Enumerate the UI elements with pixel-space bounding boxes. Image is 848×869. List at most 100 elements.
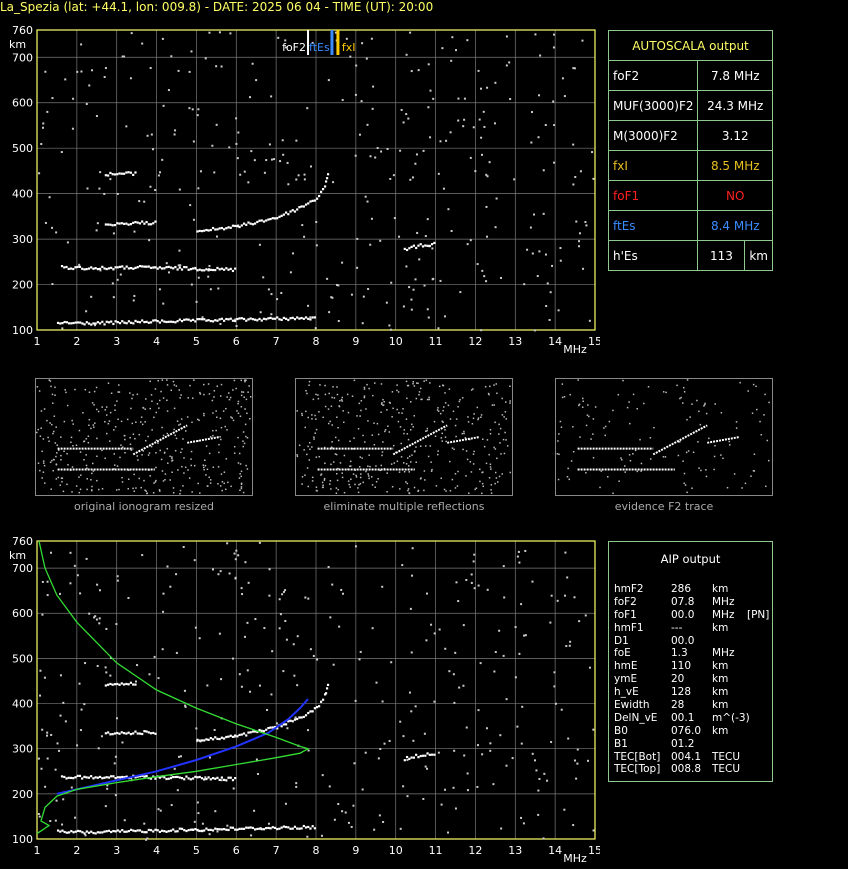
trace-point [123, 830, 126, 833]
thumb-noise-dot [466, 458, 469, 461]
thumb-noise-dot [483, 445, 486, 448]
thumb-noise-dot [220, 438, 222, 441]
thumb-noise-dot [392, 444, 395, 447]
noise-dot [425, 639, 428, 642]
noise-dot [83, 703, 86, 706]
noise-dot [552, 46, 555, 49]
trace-point [78, 265, 82, 268]
trace-point [138, 829, 142, 832]
noise-dot [281, 593, 284, 596]
thumb-noise-dot [199, 492, 201, 494]
thumb-noise-dot [509, 471, 512, 474]
noise-dot [502, 654, 505, 657]
trace-point [247, 318, 250, 321]
y-axis-label: km [9, 38, 26, 51]
trace-point [125, 222, 128, 225]
thumb-noise-dot [363, 396, 366, 399]
noise-dot [100, 735, 103, 738]
trace-point [410, 756, 413, 759]
trace-point [145, 730, 148, 733]
noise-dot [96, 583, 99, 586]
trace-point [194, 775, 197, 778]
trace-point [249, 826, 252, 829]
noise-dot [114, 794, 117, 797]
trace-point [92, 777, 95, 780]
noise-dot [578, 620, 581, 623]
noise-dot [216, 830, 219, 833]
noise-dot [258, 243, 261, 246]
noise-dot [573, 596, 576, 599]
trace-point [72, 831, 75, 834]
noise-dot [218, 632, 221, 635]
trace-point [74, 321, 77, 324]
thumb-trace [392, 424, 448, 456]
caption-f2-trace: evidence F2 trace [614, 500, 714, 513]
autoscala-table: AUTOSCALA output foF2 7.8 MHz MUF(3000)F2 2… [607, 30, 773, 271]
noise-dot [576, 748, 579, 751]
trace-point [163, 776, 166, 779]
noise-dot [121, 741, 124, 744]
thumb-noise-dot [42, 438, 45, 440]
trace-point [165, 320, 168, 324]
thumb-noise-dot [335, 453, 338, 456]
thumb-noise-dot [347, 411, 350, 414]
noise-dot [95, 115, 98, 118]
thumb-noise-dot [298, 444, 301, 447]
noise-dot [553, 685, 556, 688]
noise-dot [309, 648, 312, 651]
thumb-noise-dot [150, 394, 153, 396]
thumb-noise-dot [57, 476, 60, 479]
noise-dot [116, 575, 119, 578]
noise-dot [473, 587, 476, 590]
thumb-noise-dot [215, 429, 217, 432]
trace-point [218, 268, 221, 271]
noise-dot [44, 70, 47, 73]
y-tick-label: 400 [12, 698, 33, 711]
aip-label: Ewidth [614, 699, 650, 712]
thumb-noise-dot [225, 407, 227, 410]
trace-point [242, 732, 246, 735]
thumb-noise-dot [53, 415, 56, 417]
trace-point [223, 228, 226, 231]
thumb-noise-dot [301, 414, 303, 417]
thumb-noise-dot [317, 397, 320, 400]
noise-dot [266, 709, 269, 712]
trace-point [121, 265, 124, 268]
thumb-noise-dot [203, 393, 205, 396]
trace-point [216, 266, 219, 270]
thumb-noise-dot [219, 395, 222, 397]
thumb-noise-dot [452, 410, 455, 413]
trace-point [185, 266, 188, 269]
trace-point [269, 726, 272, 729]
noise-dot [226, 542, 229, 545]
noise-dot [450, 59, 453, 62]
thumb-noise-dot [246, 437, 249, 439]
noise-dot [361, 788, 364, 791]
trace-point [101, 777, 104, 780]
noise-dot [345, 37, 348, 40]
trace-point [214, 319, 217, 322]
trace-point [104, 223, 107, 226]
noise-dot [563, 808, 566, 811]
noise-dot [116, 579, 119, 582]
trace-point [207, 269, 210, 272]
thumb-noise-dot [461, 397, 464, 399]
thumb-noise-dot [94, 422, 96, 424]
trace-point [223, 268, 226, 271]
noise-dot [578, 232, 581, 235]
trace-point [234, 828, 237, 831]
noise-dot [462, 125, 465, 128]
noise-dot [235, 117, 238, 120]
thumb-noise-dot [245, 398, 248, 401]
thumb-noise-dot [311, 414, 313, 416]
thumb-noise-dot [686, 491, 688, 494]
trace-point [127, 223, 130, 226]
trace-point [163, 267, 166, 270]
trace-point [123, 267, 126, 270]
noise-dot [134, 680, 137, 683]
noise-dot [373, 828, 376, 831]
trace-point [307, 202, 310, 205]
thumb-noise-dot [454, 487, 457, 489]
thumb-noise-dot [132, 394, 134, 396]
thumb-noise-dot [448, 388, 451, 390]
